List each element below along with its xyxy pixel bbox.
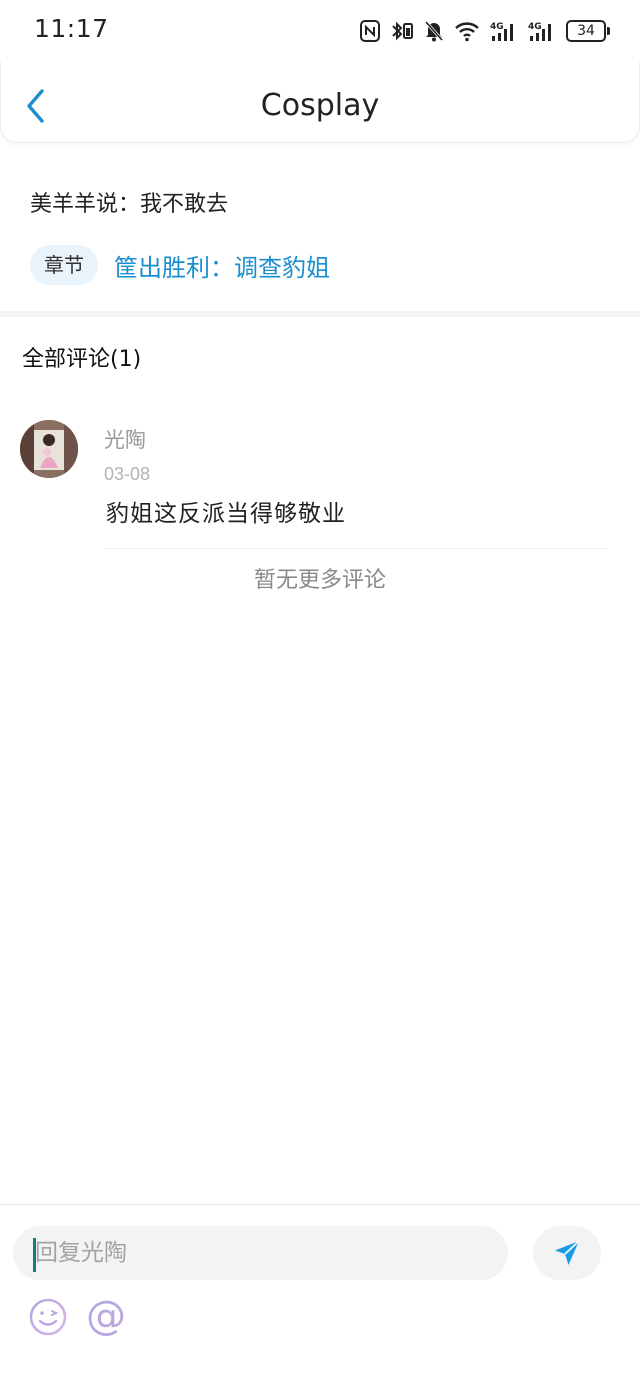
nfc-icon — [360, 20, 380, 42]
comment-divider — [104, 548, 608, 549]
4g-signal-icon: 4G — [490, 20, 518, 42]
emoji-button[interactable] — [28, 1297, 68, 1337]
svg-text:4G: 4G — [528, 22, 542, 32]
reply-bar: @ — [0, 1204, 640, 1387]
section-divider — [0, 311, 640, 317]
text-caret — [33, 1238, 36, 1272]
no-more-comments: 暂无更多评论 — [253, 568, 386, 593]
page-title: Cosplay — [260, 88, 380, 123]
chapter-row: 章节 筐出胜利：调查豹姐 — [30, 245, 330, 285]
status-time: 11:17 — [34, 14, 109, 43]
post-text: 美羊羊说：我不敢去 — [30, 192, 229, 217]
status-icons: 4G 4G 34 — [360, 18, 610, 44]
send-icon — [555, 1240, 580, 1265]
comment-username[interactable]: 光陶 — [104, 424, 146, 454]
comments-title: 全部评论(1) — [22, 347, 142, 372]
4g-signal-icon-2: 4G — [528, 20, 556, 42]
comment-item: 光陶 03-08 豹姐这反派当得够敬业 — [0, 418, 640, 548]
comment-date: 03-08 — [104, 464, 151, 484]
mute-icon — [424, 20, 444, 42]
svg-text:4G: 4G — [490, 22, 504, 32]
comment-text[interactable]: 豹姐这反派当得够敬业 — [106, 494, 346, 528]
at-icon[interactable]: @ — [86, 1293, 126, 1339]
reply-input[interactable] — [13, 1226, 508, 1280]
screen: 11:17 4G 4G 34 Cosplay 美羊羊说：我不敢去 章节 筐出胜利… — [0, 0, 640, 1387]
chapter-badge: 章节 — [30, 245, 98, 285]
chapter-link[interactable]: 筐出胜利：调查豹姐 — [114, 248, 330, 283]
battery-icon: 34 — [566, 20, 610, 42]
wifi-icon — [454, 20, 480, 42]
emoji-icon — [29, 1298, 67, 1336]
bluetooth-icon — [390, 20, 414, 42]
header: Cosplay — [0, 62, 640, 143]
status-bar: 11:17 4G 4G 34 — [0, 0, 640, 62]
avatar[interactable] — [20, 420, 78, 478]
avatar-image — [20, 420, 78, 478]
send-button[interactable] — [533, 1226, 601, 1280]
